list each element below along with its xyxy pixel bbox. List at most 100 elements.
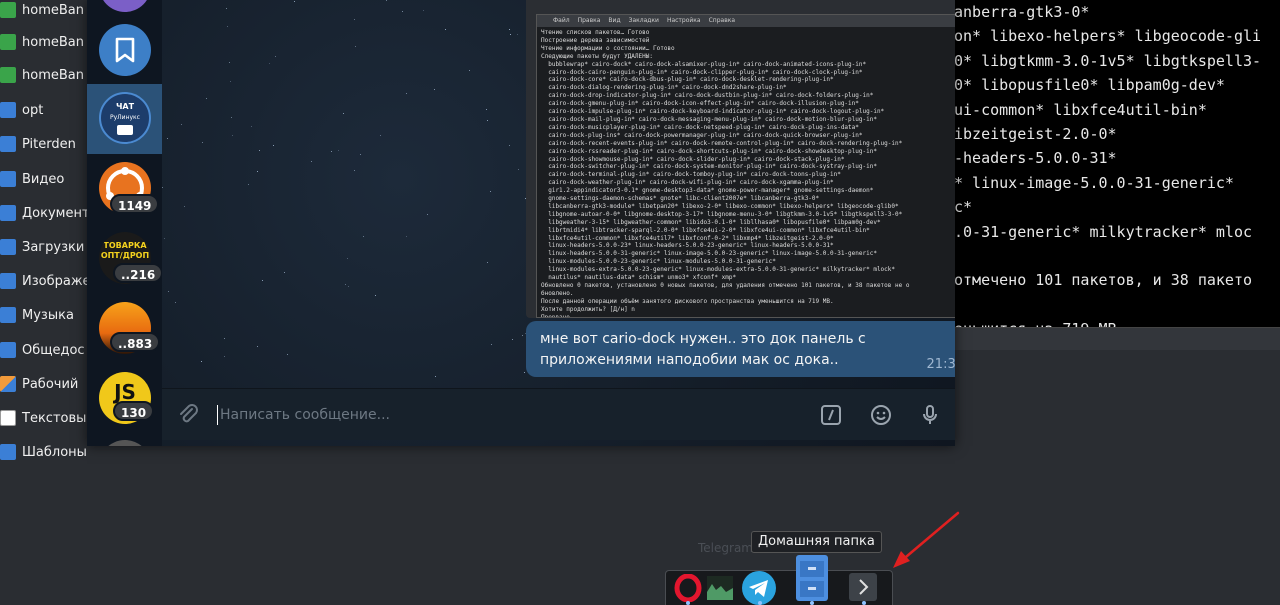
chat-rulinux-avatar[interactable]: ЧАТ РуЛинукс bbox=[99, 92, 151, 144]
star-dot bbox=[162, 187, 163, 188]
star-dot bbox=[284, 272, 285, 273]
chat-area: Файл Правка Вид Закладки Настройка Справка Чт… bbox=[162, 0, 955, 446]
commands-icon[interactable] bbox=[819, 403, 843, 427]
star-dot bbox=[331, 151, 332, 152]
desktop-item-label: opt bbox=[22, 102, 44, 118]
terminal-window[interactable]: anberra-gtk3-0* on* libexo-helpers* libge… bbox=[940, 0, 1280, 328]
desktop-item[interactable]: Документ bbox=[0, 203, 88, 223]
avatar-label-top: ЧАТ bbox=[115, 102, 135, 111]
desktop-item[interactable]: Текстовы bbox=[0, 408, 88, 428]
desktop-item[interactable]: Общедос bbox=[0, 340, 88, 360]
message-input[interactable] bbox=[220, 401, 740, 429]
star-dot bbox=[524, 372, 525, 373]
partial-avatar[interactable] bbox=[99, 440, 151, 446]
star-dot bbox=[262, 280, 263, 281]
desktop-item[interactable]: Piterden bbox=[0, 134, 88, 154]
unread-badge: 130 bbox=[113, 401, 155, 421]
avatar-label-top: ТОВАРКА bbox=[103, 241, 147, 250]
desktop-item-label: homeBan bbox=[22, 34, 84, 50]
message-time: 21:34 bbox=[926, 357, 955, 372]
desktop-item[interactable]: homeBan bbox=[0, 32, 88, 52]
message-bubble[interactable]: мне вот cario-dock нужен.. это док панел… bbox=[526, 321, 955, 377]
file-manager-icon bbox=[796, 555, 828, 601]
opera-app[interactable] bbox=[674, 573, 702, 603]
star-dot bbox=[517, 34, 518, 35]
expand-dock-button[interactable] bbox=[848, 572, 878, 602]
unread-badge: ..883 bbox=[110, 332, 161, 352]
desktop-item[interactable]: Шаблоны bbox=[0, 442, 88, 462]
star-dot bbox=[231, 117, 232, 118]
documents-folder-icon bbox=[0, 205, 16, 221]
message-composer bbox=[162, 388, 955, 440]
annotation-arrow-icon bbox=[893, 511, 960, 568]
desktop-item[interactable]: Музыка bbox=[0, 305, 88, 325]
star-dot bbox=[226, 8, 227, 9]
dock-tooltip: Домашняя папка bbox=[751, 531, 882, 553]
message-text: мне вот cario-dock нужен.. это док панел… bbox=[540, 331, 866, 368]
star-dot bbox=[345, 284, 346, 285]
dock-ghost-label: Telegram bbox=[698, 541, 753, 555]
star-dot bbox=[227, 26, 228, 27]
desktop-item[interactable]: Рабочий bbox=[0, 374, 88, 394]
star-dot bbox=[487, 262, 488, 263]
system-monitor-icon bbox=[707, 576, 733, 600]
star-dot bbox=[380, 135, 381, 136]
avatar-label-mid: РуЛинукс bbox=[110, 114, 140, 121]
star-dot bbox=[259, 150, 260, 151]
desktop-folder-icon bbox=[0, 376, 16, 392]
video-folder-icon bbox=[0, 171, 16, 187]
running-indicator bbox=[810, 601, 814, 605]
star-dot bbox=[251, 126, 252, 127]
star-dot bbox=[434, 89, 435, 90]
star-dot bbox=[224, 356, 225, 357]
desktop-item[interactable]: Загрузки bbox=[0, 237, 88, 257]
star-dot bbox=[275, 56, 276, 57]
desktop-item[interactable]: opt bbox=[0, 100, 88, 120]
star-dot bbox=[406, 93, 407, 94]
desktop-item[interactable]: Видео bbox=[0, 169, 88, 189]
star-dot bbox=[343, 113, 344, 114]
chat-list-sidebar: ЧАТ РуЛинукс 1149 ТОВАРКА ОПТ/ДРОП ..216… bbox=[87, 0, 164, 446]
desktop-item[interactable]: Изображе bbox=[0, 271, 88, 291]
desktop-item-label: Общедос bbox=[22, 342, 85, 358]
screenshot-image[interactable]: Файл Правка Вид Закладки Настройка Справка Чт… bbox=[526, 0, 955, 318]
star-dot bbox=[510, 34, 511, 35]
attach-icon[interactable] bbox=[176, 403, 200, 427]
terminal-output: anberra-gtk3-0* on* libexo-helpers* libge… bbox=[940, 0, 1280, 327]
pictures-folder-icon bbox=[0, 273, 16, 289]
running-indicator bbox=[758, 601, 762, 605]
desktop-item[interactable]: homeBan bbox=[0, 0, 88, 20]
star-dot bbox=[232, 135, 233, 136]
star-dot bbox=[168, 291, 169, 292]
avatar-label-mid: ОПТ/ДРОП bbox=[100, 251, 150, 260]
star-dot bbox=[427, 214, 428, 215]
templates-folder-icon bbox=[0, 444, 16, 460]
star-dot bbox=[360, 154, 361, 155]
microphone-icon[interactable] bbox=[918, 403, 942, 427]
star-dot bbox=[338, 150, 339, 151]
bookmark-icon bbox=[115, 37, 135, 63]
star-dot bbox=[269, 63, 270, 64]
desktop-item-label: homeBan bbox=[22, 67, 84, 83]
system-monitor-app[interactable] bbox=[706, 574, 734, 602]
file-manager-app[interactable] bbox=[792, 553, 832, 605]
star-dot bbox=[201, 361, 202, 362]
star-dot bbox=[518, 169, 519, 170]
bookmark-avatar[interactable] bbox=[99, 24, 151, 76]
star-dot bbox=[402, 11, 403, 12]
star-dot bbox=[363, 236, 364, 237]
star-dot bbox=[311, 161, 312, 162]
star-dot bbox=[229, 62, 230, 63]
emoji-icon[interactable] bbox=[869, 403, 893, 427]
terminal-line: еньшится на 719 MB. bbox=[954, 317, 1280, 327]
star-dot bbox=[273, 145, 274, 146]
unread-badge: ..216 bbox=[113, 263, 164, 283]
star-dot bbox=[287, 354, 288, 355]
desktop-icons: homeBan homeBan homeBan opt Piterden Видео Док… bbox=[0, 0, 88, 480]
partial-avatar[interactable] bbox=[99, 0, 151, 12]
terminal-line: отмечено 101 пакетов, и 38 пакето bbox=[954, 271, 1253, 290]
star-dot bbox=[435, 376, 436, 377]
telegram-app[interactable] bbox=[740, 569, 778, 605]
screenshot-menu-item: Правка bbox=[577, 17, 601, 24]
desktop-item[interactable]: homeBan bbox=[0, 65, 88, 85]
